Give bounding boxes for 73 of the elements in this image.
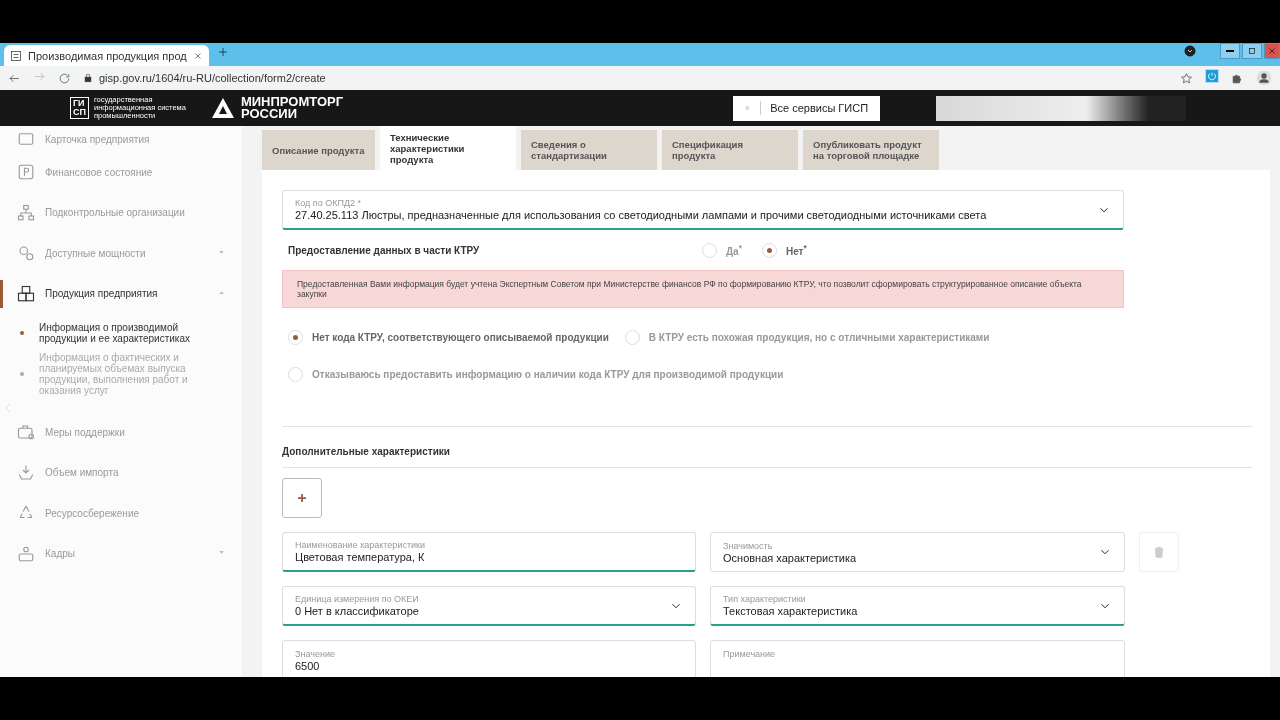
field-label: Значимость [723,540,774,551]
sidebar-item[interactable]: Карточка предприятия [0,126,242,152]
triangle-logo-icon [209,96,236,120]
org-chart-icon [17,203,35,222]
form-tab[interactable]: Спецификация продукта [662,130,798,170]
people-icon [17,544,35,563]
minimize-icon [1226,50,1234,52]
restore-button[interactable] [1242,43,1262,59]
field-label: Единица измерения по ОКЕИ [295,594,420,604]
dropdown-field[interactable]: Единица измерения по ОКЕИ 0 Нет в классификаторе [282,586,696,626]
field-label: Наименование характеристики [295,540,427,550]
dropdown-field[interactable]: Код по ОКПД2 * 27.40.25.113 Люстры, предназначенные для использования со светодиодными лампами и прочими светодиодными источниками света [282,190,1124,230]
field-value: 6500 [295,659,321,672]
tab-title: Производимая продукция прод [28,49,187,62]
forward-icon [33,70,46,83]
field-value: 0 Нет в классификаторе [295,605,420,617]
field-label: Значение [295,648,336,659]
star-icon [1180,71,1193,85]
lock-icon [83,73,93,83]
sidebar-item[interactable]: Подконтрольные организации [0,192,242,233]
field-value: Основная характеристика [723,551,858,564]
section-title: Дополнительные характеристики [282,445,451,459]
ministry-logo-text: МИНПРОМТОРГ РОССИИ [240,96,344,120]
browser-tab[interactable]: Производимая продукция прод [4,45,209,66]
field-label: Примечание [723,648,777,659]
dropdown-field[interactable]: Значимость Основная характеристика [710,532,1125,572]
radio-button[interactable]: Нет кода КТРУ, соответствующего описываемой продукции [288,330,609,345]
sidebar-item[interactable]: Финансовое состояние [0,152,242,193]
trash-icon [1152,544,1166,560]
power-icon [1205,69,1219,83]
radio-button[interactable]: В КТРУ есть похожая продукция, но с отличными характеристиками [624,330,990,345]
sidebar-item[interactable]: Кадры [0,533,242,574]
url-text[interactable]: gisp.gov.ru/1604/ru-RU/collection/form2/create [99,72,326,84]
radio-button[interactable]: Нет$^{*}$ [761,242,807,258]
close-button[interactable] [1264,43,1280,59]
download-tray-icon [17,463,35,482]
form-tab[interactable]: Технические характеристики продукта [380,126,516,170]
dropdown-field[interactable]: Тип характеристики Текстовая характеристика [710,586,1125,626]
info-notice: Предоставленная Вами информация будет учтена Экспертным Советом при Министерстве финансов РФ по формированию КТРУ, что позволит сформировать структурированное описание объекта закупки [282,270,1124,308]
radio-button[interactable]: Отказываюсь предоставить информацию о наличии кода КТРУ для производимой продукции [288,367,784,382]
field-label: Код по ОКПД2 * [295,198,362,208]
ruble-icon [17,163,35,182]
page-icon [10,49,22,62]
account-icon [1256,70,1272,86]
logo-mark: ГИ СП [70,97,89,119]
close-icon [1267,46,1277,56]
sidebar-item[interactable]: Продукция предприятия [0,273,242,314]
sidebar-item[interactable]: Меры поддержки [0,412,242,453]
sidebar-item[interactable]: Объем импорта [0,452,242,493]
form-tab[interactable]: Описание продукта [262,130,375,170]
profile-dropdown-icon [1184,45,1196,57]
sidebar-item[interactable]: Доступные мощности [0,233,242,274]
field-value: Цветовая температура, К [295,551,426,563]
reload-icon [58,71,71,85]
services-menu-button[interactable]: Все сервисы ГИСП [733,95,881,121]
sidebar-subitem[interactable]: Информация о производимой продукции и ее характеристиках [0,318,242,348]
field-label: Тип характеристики [723,594,807,604]
input-field[interactable]: Наименование характеристики Цветовая температура, К [282,532,696,572]
field-value: 27.40.25.113 Люстры, предназначенные для использования со светодиодными лампами и прочими светодиодными источниками света [295,209,988,221]
card-icon [17,130,35,148]
restore-icon [1247,46,1257,56]
briefcase-icon [17,423,35,442]
field-value: Текстовая характеристика [723,605,859,617]
sidebar-item[interactable]: Ресурсосбережение [0,493,242,534]
radio-button[interactable]: Да$^{*}$ [702,242,742,258]
close-icon [192,50,203,61]
minimize-button[interactable] [1220,43,1240,59]
boxes-icon [17,284,35,303]
form-tab[interactable]: Опубликовать продукт на торговой площадке [803,130,939,170]
plus-icon [216,46,229,58]
plus-icon [295,491,309,505]
field-label: Предоставление данных в части КТРУ [288,244,481,256]
form-tab[interactable]: Сведения о стандартизации [521,130,657,170]
